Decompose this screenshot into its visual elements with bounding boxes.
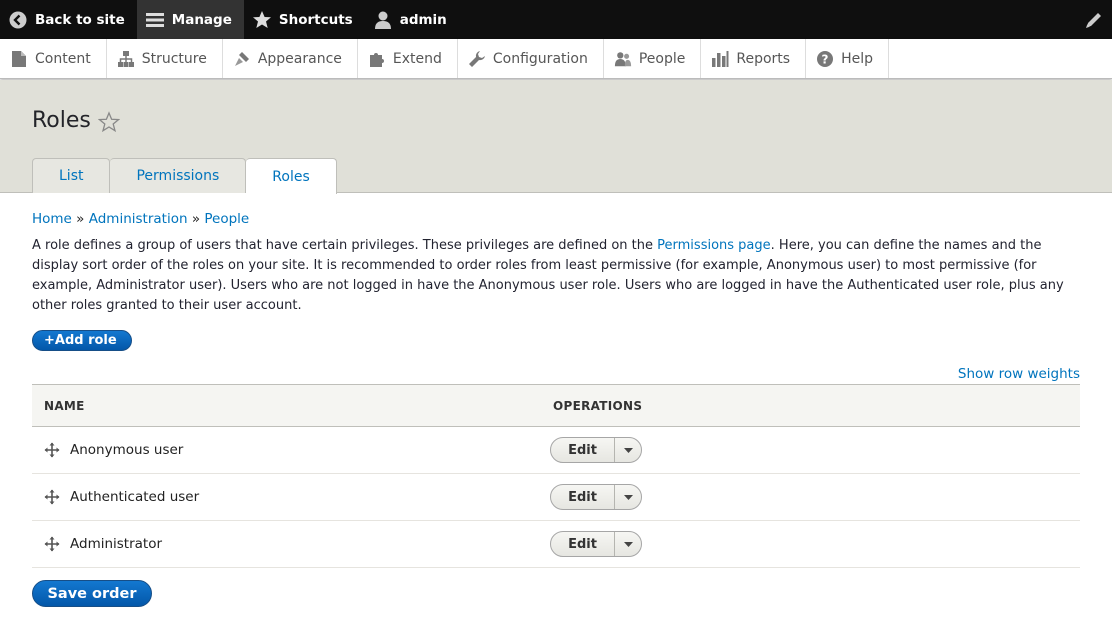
chevron-down-icon [623,536,633,552]
tray-item-content[interactable]: Content [0,39,107,78]
tray-item-label: Extend [392,50,442,67]
manage-label: Manage [171,11,232,28]
page-title: Roles [32,108,91,133]
permissions-page-link[interactable]: Permissions page [657,238,771,253]
table-row: Administrator Edit [32,520,1080,568]
tray-item-reports[interactable]: Reports [701,39,807,78]
tray-item-label: Appearance [257,50,342,67]
edit-button[interactable]: Edit [551,485,615,509]
tray-item-label: Content [35,50,91,67]
show-row-weights-link[interactable]: Show row weights [958,366,1080,382]
tray-item-people[interactable]: People [604,39,702,78]
tray-item-structure[interactable]: Structure [107,39,223,78]
tray-item-label: Reports [736,50,791,67]
role-name: Authenticated user [70,489,200,505]
dropbutton-toggle[interactable] [615,532,641,556]
help-description: A role defines a group of users that hav… [32,236,1080,316]
save-order-button[interactable]: Save order [32,580,152,607]
people-icon [614,50,632,68]
tray-item-help[interactable]: ? Help [806,39,889,78]
table-row: Anonymous user Edit [32,426,1080,474]
appearance-icon [233,50,251,68]
tray-item-label: Structure [141,50,207,67]
operations-dropbutton: Edit [550,437,642,463]
tray-item-label: People [638,50,686,67]
breadcrumb-home[interactable]: Home [32,211,72,227]
roles-table: NAME OPERATIONS Anonymous user Edit Auth… [32,384,1080,568]
drag-handle-icon[interactable] [44,442,60,458]
edit-pencil-icon[interactable] [1084,10,1104,30]
dropbutton-toggle[interactable] [615,485,641,509]
breadcrumb-people[interactable]: People [204,211,249,227]
description-text: A role defines a group of users that hav… [32,238,658,253]
shortcuts-tab[interactable]: Shortcuts [244,0,365,39]
user-tab[interactable]: admin [365,0,459,39]
table-row: Authenticated user Edit [32,473,1080,521]
operations-dropbutton: Edit [550,484,642,510]
primary-tabs: List Permissions Roles [32,158,337,194]
star-icon [252,10,272,30]
drag-handle-icon[interactable] [44,489,60,505]
shortcuts-label: Shortcuts [278,11,353,28]
tab-permissions[interactable]: Permissions [110,158,247,193]
tab-roles[interactable]: Roles [246,158,337,194]
extend-icon [368,50,386,68]
help-icon: ? [816,50,834,68]
tray-item-label: Help [841,50,873,67]
tray-item-configuration[interactable]: Configuration [458,39,604,78]
edit-button[interactable]: Edit [551,438,615,462]
tray-item-appearance[interactable]: Appearance [223,39,358,78]
svg-text:?: ? [822,52,829,66]
chevron-down-icon [623,489,633,505]
role-name: Administrator [70,536,163,552]
edit-button[interactable]: Edit [551,532,615,556]
admin-tray: Content Structure Appearance Extend Conf… [0,39,1112,79]
user-label: admin [399,11,447,28]
role-name: Anonymous user [70,442,184,458]
tab-list[interactable]: List [32,158,111,193]
tray-item-label: Configuration [492,50,588,67]
back-arrow-icon [8,10,28,30]
back-to-site-link[interactable]: Back to site [0,0,137,39]
column-header-name: NAME [32,384,541,427]
admin-toolbar: Back to site Manage Shortcuts admin [0,0,1112,39]
add-role-button[interactable]: +Add role [32,330,132,351]
breadcrumb-administration[interactable]: Administration [89,211,188,227]
manage-tab[interactable]: Manage [136,0,244,39]
structure-icon [117,50,135,68]
reports-icon [711,50,729,68]
drag-handle-icon[interactable] [44,536,60,552]
hamburger-menu-icon [145,10,165,30]
tray-item-extend[interactable]: Extend [358,39,458,78]
wrench-icon [468,50,486,68]
shortcut-star-icon[interactable] [97,111,121,133]
content-icon [10,50,28,68]
dropbutton-toggle[interactable] [615,438,641,462]
chevron-down-icon [623,442,633,458]
breadcrumb-separator: » [76,211,85,227]
back-to-site-label: Back to site [35,11,125,28]
operations-dropbutton: Edit [550,531,642,557]
column-header-operations: OPERATIONS [541,384,1080,427]
breadcrumb-separator: » [191,211,201,227]
breadcrumb: Home » Administration » People [32,211,249,227]
user-icon [373,10,393,30]
